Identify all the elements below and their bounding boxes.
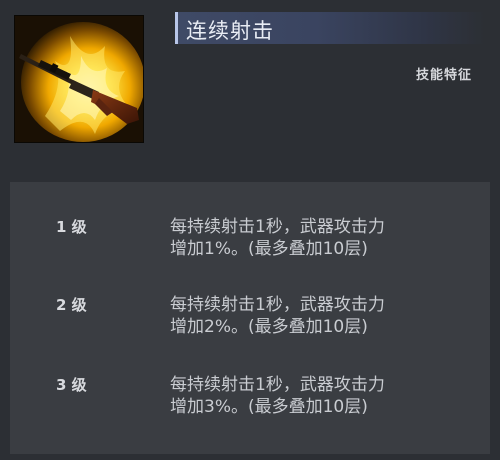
level-description: 每持续射击1秒，武器攻击力 增加2%。(最多叠加10层) [170,294,470,338]
level-description: 每持续射击1秒，武器攻击力 增加1%。(最多叠加10层) [170,216,470,260]
level-description: 每持续射击1秒，武器攻击力 增加3%。(最多叠加10层) [170,374,470,418]
skill-category: 技能特征 [415,68,472,83]
level-description-line: 增加2%。(最多叠加10层) [170,317,368,337]
sniper-rifle-icon [15,16,143,142]
level-description-line: 增加3%。(最多叠加10层) [170,397,368,417]
level-label: 2 级 [56,296,87,314]
level-description-line: 增加1%。(最多叠加10层) [170,239,368,259]
skill-levels-panel: 1 级 每持续射击1秒，武器攻击力 增加1%。(最多叠加10层) 2 级 每持续… [10,182,490,454]
level-description-line: 每持续射击1秒，武器攻击力 [170,375,385,395]
skill-tooltip: 连续射击 技能特征 1 级 每持续射击1秒，武器攻击力 增加1%。(最多叠加10… [0,0,500,460]
skill-title-bar: 连续射击 [175,12,485,44]
level-description-line: 每持续射击1秒，武器攻击力 [170,295,385,315]
skill-icon-frame [14,15,144,143]
level-label: 3 级 [56,376,87,394]
level-label: 1 级 [56,218,87,236]
level-description-line: 每持续射击1秒，武器攻击力 [170,217,385,237]
skill-name: 连续射击 [186,19,274,43]
